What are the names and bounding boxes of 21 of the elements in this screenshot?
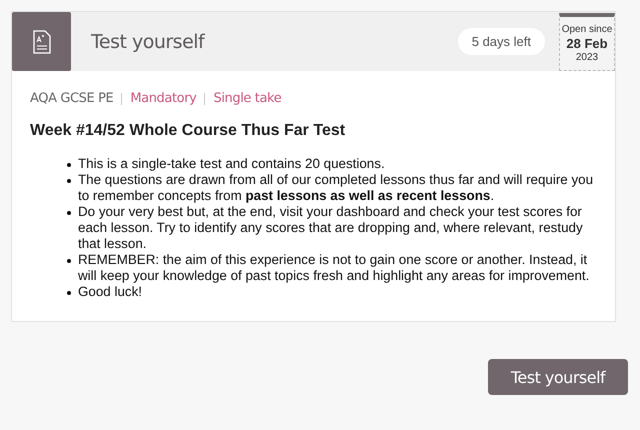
tag-label: AQA GCSE PE bbox=[30, 91, 114, 106]
bullet-text: Good luck! bbox=[78, 284, 142, 300]
bullet-icon bbox=[67, 179, 71, 183]
bullet-icon bbox=[67, 211, 71, 215]
bullet-icon bbox=[67, 259, 71, 263]
test-yourself-button[interactable]: Test yourself bbox=[488, 359, 628, 395]
open-since-label: Open since bbox=[562, 24, 612, 35]
bullet-text: REMEMBER: the aim of this experience is not to gain one score or another. Instead, it will keep your knowledge of past topics fresh and highlight any areas for improvement. bbox=[78, 252, 590, 284]
bullet-icon bbox=[67, 163, 71, 167]
tag-label: Mandatory bbox=[130, 91, 196, 106]
test-heading: Week #14/52 Whole Course Thus Far Test bbox=[30, 122, 346, 140]
tag-label: Single take bbox=[213, 91, 282, 106]
open-date: 28 Feb bbox=[566, 36, 608, 51]
days-left-badge: 5 days left bbox=[458, 28, 545, 55]
header-title: Test yourself bbox=[91, 30, 206, 52]
bullet-icon bbox=[67, 291, 71, 295]
bullet-text: Do your very best but, at the end, visit your dashboard and check your test scores for each lesson. Try to identify any scores that are dropping and, where relevant, restudy that lesson. bbox=[78, 204, 584, 252]
document-icon bbox=[32, 30, 50, 54]
bullet-text: This is a single-take test and contains 20 questions. bbox=[78, 156, 385, 172]
bullet-text: The questions are drawn from all of our completed lessons thus far and will require you to remember concepts from past lessons as well as recent lessons. bbox=[78, 172, 594, 204]
open-year: 2023 bbox=[576, 52, 598, 63]
